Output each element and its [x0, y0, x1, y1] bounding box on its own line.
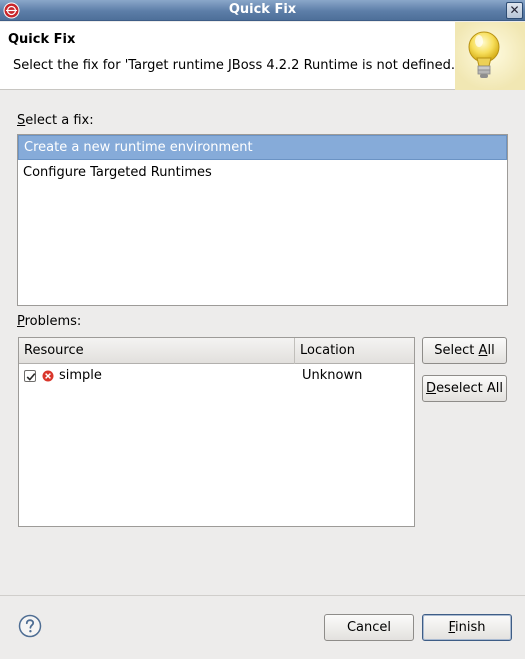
cell-resource: simple [59, 368, 102, 383]
problems-label-rest: roblems: [24, 314, 82, 329]
fix-item-configure-runtimes[interactable]: Configure Targeted Runtimes [18, 160, 507, 185]
deselect-all-mnemonic: D [426, 381, 437, 396]
dialog-title: Quick Fix [8, 32, 76, 47]
column-header-location[interactable]: Location [295, 338, 415, 364]
select-fix-label-rest: elect a fix: [25, 113, 94, 128]
help-icon[interactable] [18, 614, 42, 638]
footer-separator [0, 595, 525, 596]
select-all-label-post: ll [487, 343, 495, 358]
select-fix-label: Select a fix: [17, 113, 94, 128]
problems-table[interactable]: Resource Location simple Unknown [18, 337, 415, 527]
error-icon [42, 370, 54, 382]
column-header-resource[interactable]: Resource [19, 338, 295, 364]
cell-location: Unknown [302, 368, 363, 383]
close-icon: ✕ [509, 3, 520, 17]
window-title: Quick Fix [228, 2, 297, 17]
problems-label: Problems: [17, 314, 81, 329]
deselect-all-button[interactable]: Deselect All [422, 375, 507, 402]
finish-label-post: inish [455, 620, 486, 635]
finish-button[interactable]: Finish [422, 614, 512, 641]
close-window-button[interactable]: ✕ [506, 2, 523, 19]
deselect-all-label-post: eselect All [436, 381, 503, 396]
table-row[interactable]: simple Unknown [19, 364, 414, 388]
select-all-button[interactable]: Select All [422, 337, 507, 364]
cancel-button[interactable]: Cancel [324, 614, 414, 641]
table-header: Resource Location [19, 338, 414, 364]
select-all-label-pre: Select [434, 343, 479, 358]
fix-item-create-runtime[interactable]: Create a new runtime environment [18, 135, 507, 160]
lightbulb-icon [455, 22, 525, 90]
problems-mnemonic: P [17, 314, 25, 329]
dialog-header: Quick Fix Select the fix for 'Target run… [0, 22, 525, 90]
window-titlebar[interactable]: Quick Fix ✕ [0, 0, 525, 21]
checkmark-icon [26, 373, 36, 381]
fix-list[interactable]: Create a new runtime environment Configu… [17, 134, 508, 306]
dialog-description: Select the fix for 'Target runtime JBoss… [13, 58, 463, 73]
row-checkbox[interactable] [24, 370, 36, 382]
